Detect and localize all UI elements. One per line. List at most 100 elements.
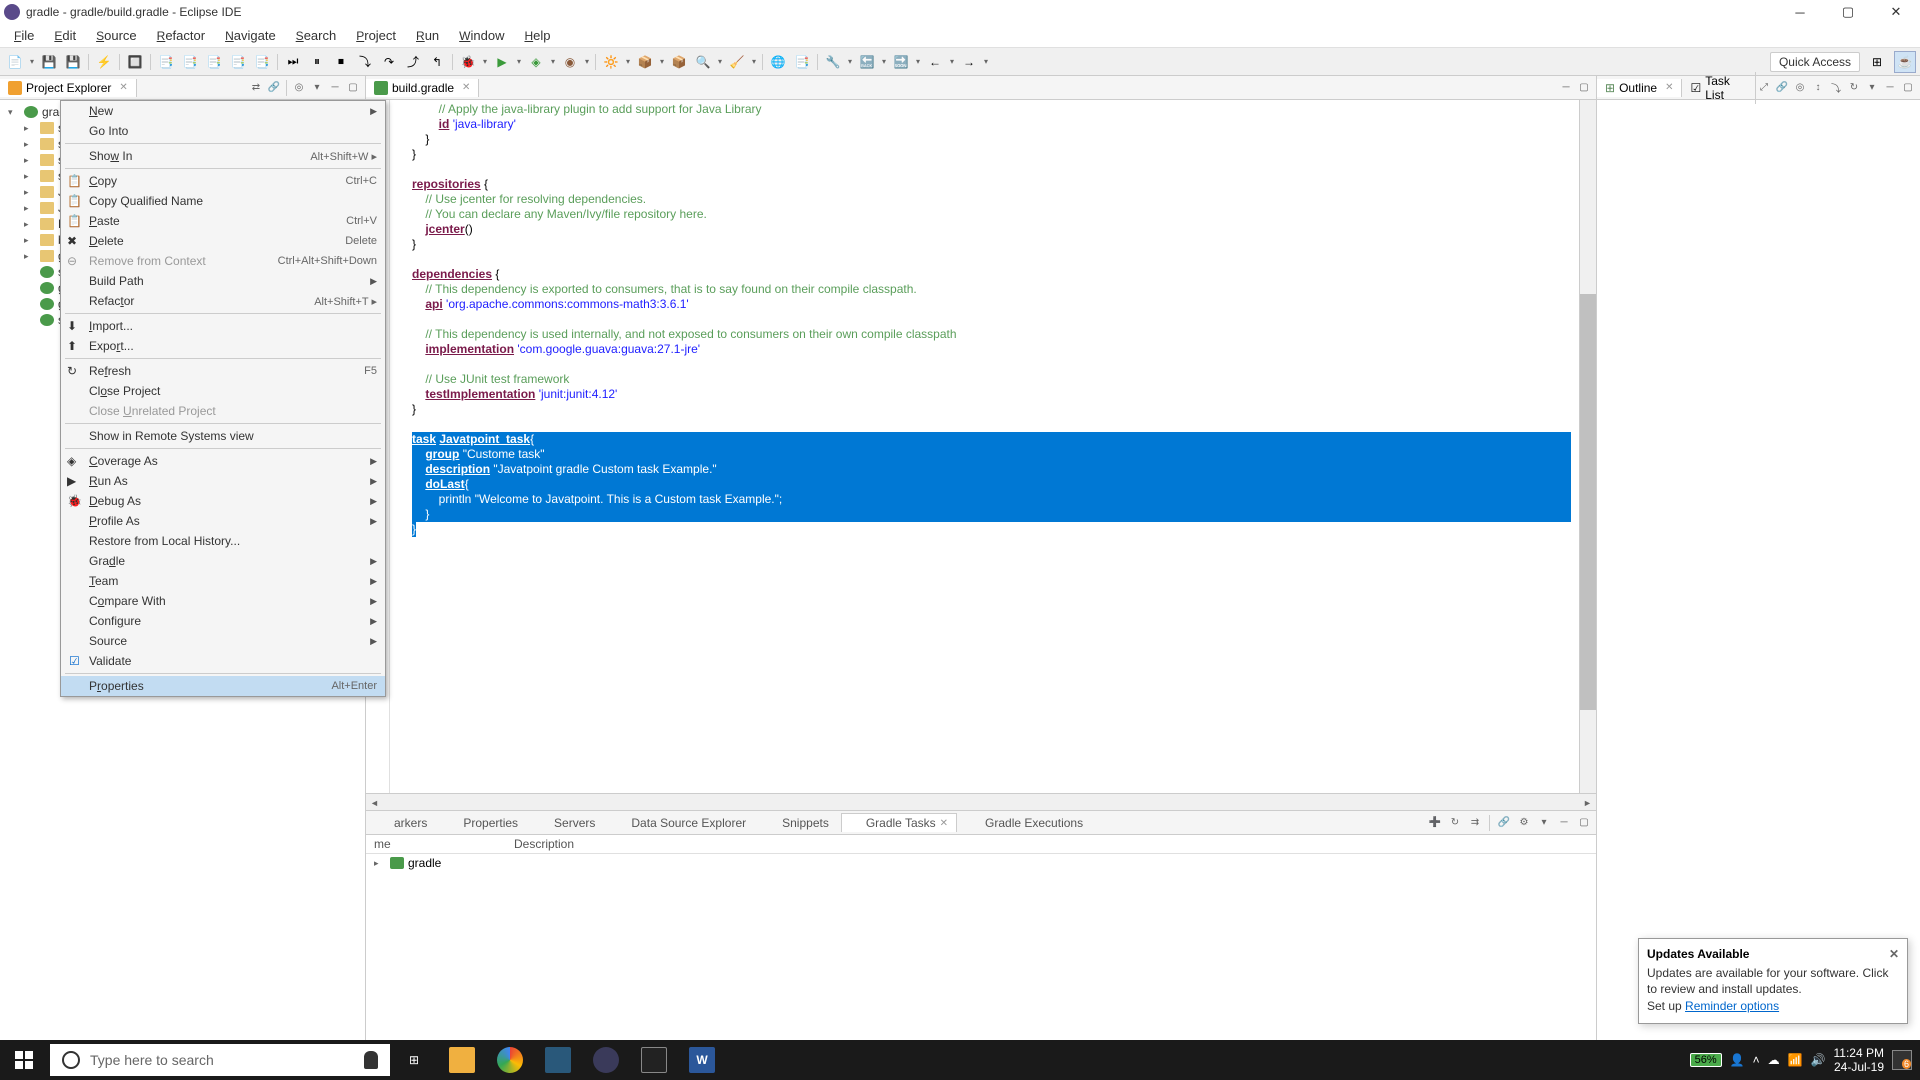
eclipse-button[interactable] — [582, 1040, 630, 1080]
bottom-tab-gradle-tasks[interactable]: Gradle Tasks ✕ — [841, 813, 957, 832]
ctx-refactor[interactable]: RefactorAlt+Shift+T ▸ — [61, 291, 385, 311]
ctx-import-[interactable]: ⬇Import... — [61, 316, 385, 336]
ctx-validate[interactable]: ☑Validate — [61, 651, 385, 671]
ctx-team[interactable]: Team▶ — [61, 571, 385, 591]
tool-icon[interactable]: ↻ — [1846, 80, 1862, 96]
toolbar-button[interactable]: 🧹 — [726, 51, 748, 73]
tool-icon[interactable]: ◎ — [1792, 80, 1808, 96]
link-icon[interactable]: 🔗 — [266, 80, 282, 96]
perspective-button[interactable]: ⊞ — [1866, 51, 1888, 73]
toolbar-button[interactable]: → — [958, 51, 980, 73]
ctx-refresh[interactable]: ↻RefreshF5 — [61, 361, 385, 381]
maximize-icon[interactable]: ▢ — [345, 80, 361, 96]
reminder-link[interactable]: Reminder options — [1685, 999, 1779, 1013]
toolbar-button[interactable]: 🔲 — [124, 51, 146, 73]
toolbar-button[interactable]: 📦 — [668, 51, 690, 73]
menu-icon[interactable]: ▾ — [1864, 80, 1880, 96]
bottom-tab-snippets[interactable]: Snippets — [758, 814, 837, 832]
toolbar-button[interactable]: 📦 — [634, 51, 656, 73]
menu-edit[interactable]: Edit — [44, 26, 86, 45]
dropdown-icon[interactable]: ▾ — [982, 51, 990, 73]
toolbar-button[interactable]: ◉ — [559, 51, 581, 73]
dropdown-icon[interactable]: ▾ — [880, 51, 888, 73]
minimize-icon[interactable]: ─ — [1558, 80, 1574, 96]
editor-tab[interactable]: build.gradle ✕ — [366, 79, 479, 97]
minimize-icon[interactable]: ─ — [1556, 815, 1572, 831]
toolbar-button[interactable]: ⚡ — [93, 51, 115, 73]
run-button[interactable]: ▶ — [491, 51, 513, 73]
horizontal-scrollbar[interactable]: ◄ ► — [366, 793, 1596, 810]
outline-tab[interactable]: ⊞ Outline ✕ — [1597, 79, 1682, 97]
toolbar-button[interactable]: 🔧 — [822, 51, 844, 73]
toolbar-button[interactable]: 📑 — [179, 51, 201, 73]
task-row[interactable]: ▸ gradle — [366, 854, 1596, 872]
dropdown-icon[interactable]: ▾ — [914, 51, 922, 73]
tool-icon[interactable]: ↕ — [1810, 80, 1826, 96]
ctx-configure[interactable]: Configure▶ — [61, 611, 385, 631]
maximize-button[interactable]: ▢ — [1836, 0, 1860, 24]
toolbar-button[interactable]: 🔆 — [600, 51, 622, 73]
mic-icon[interactable] — [364, 1051, 378, 1069]
tool-icon[interactable]: ⤢ — [1756, 80, 1772, 96]
dropdown-icon[interactable]: ▾ — [658, 51, 666, 73]
toolbar-button[interactable]: ↷ — [378, 51, 400, 73]
ctx-source[interactable]: Source▶ — [61, 631, 385, 651]
menu-project[interactable]: Project — [346, 26, 406, 45]
dropdown-icon[interactable]: ▾ — [948, 51, 956, 73]
gradle-tasks-view[interactable]: me Description ▸ gradle — [366, 835, 1596, 1040]
maximize-icon[interactable]: ▢ — [1576, 80, 1592, 96]
terminal-button[interactable] — [630, 1040, 678, 1080]
ctx-close-project[interactable]: Close Project — [61, 381, 385, 401]
ctx-run-as[interactable]: ▶Run As▶ — [61, 471, 385, 491]
bottom-tab-data-source-explorer[interactable]: Data Source Explorer — [607, 814, 754, 832]
search-box[interactable]: Type here to search — [50, 1044, 390, 1076]
notifications-button[interactable]: 6 — [1892, 1050, 1912, 1070]
dropdown-icon[interactable]: ▾ — [549, 51, 557, 73]
start-button[interactable] — [0, 1040, 48, 1080]
menu-source[interactable]: Source — [86, 26, 147, 45]
minimize-icon[interactable]: ─ — [327, 80, 343, 96]
battery-indicator[interactable]: 56% — [1690, 1053, 1722, 1067]
dropdown-icon[interactable]: ▾ — [750, 51, 758, 73]
stop-button[interactable]: ⏹ — [330, 51, 352, 73]
menu-icon[interactable]: ▾ — [1536, 815, 1552, 831]
wifi-icon[interactable]: 📶 — [1788, 1053, 1803, 1067]
quick-access-input[interactable]: Quick Access — [1770, 52, 1860, 72]
toolbar-button[interactable]: 🌐 — [767, 51, 789, 73]
ctx-export-[interactable]: ⬆Export... — [61, 336, 385, 356]
save-button[interactable]: 💾 — [38, 51, 60, 73]
toolbar-button[interactable]: 📑 — [227, 51, 249, 73]
clock[interactable]: 11:24 PM 24-Jul-19 — [1834, 1046, 1884, 1075]
minimize-icon[interactable]: ─ — [1882, 80, 1898, 96]
menu-help[interactable]: Help — [514, 26, 560, 45]
ctx-build-path[interactable]: Build Path▶ — [61, 271, 385, 291]
ctx-copy-qualified-name[interactable]: 📋Copy Qualified Name — [61, 191, 385, 211]
menu-search[interactable]: Search — [286, 26, 347, 45]
project-explorer-tab[interactable]: Project Explorer ✕ — [0, 79, 137, 97]
toolbar-button[interactable]: 🔍 — [692, 51, 714, 73]
focus-icon[interactable]: ◎ — [291, 80, 307, 96]
code-editor[interactable]: // Apply the java-library plugin to add … — [366, 100, 1596, 793]
dropdown-icon[interactable]: ▾ — [583, 51, 591, 73]
tool-icon[interactable]: ⇉ — [1467, 815, 1483, 831]
vertical-scrollbar[interactable] — [1579, 100, 1596, 793]
ctx-profile-as[interactable]: Profile As▶ — [61, 511, 385, 531]
tool-icon[interactable]: ➕ — [1427, 815, 1443, 831]
ctx-gradle[interactable]: Gradle▶ — [61, 551, 385, 571]
ctx-show-in[interactable]: Show InAlt+Shift+W ▸ — [61, 146, 385, 166]
bottom-tab-properties[interactable]: Properties — [439, 814, 526, 832]
dropdown-icon[interactable]: ▾ — [481, 51, 489, 73]
toolbar-button[interactable]: ← — [924, 51, 946, 73]
ctx-properties[interactable]: PropertiesAlt+Enter — [61, 676, 385, 696]
bottom-tab-gradle-executions[interactable]: Gradle Executions — [961, 814, 1091, 832]
toolbar-button[interactable]: ⤴ — [402, 51, 424, 73]
ctx-compare-with[interactable]: Compare With▶ — [61, 591, 385, 611]
maximize-icon[interactable]: ▢ — [1576, 815, 1592, 831]
editor-fold-column[interactable] — [390, 100, 404, 793]
ctx-delete[interactable]: ✖DeleteDelete — [61, 231, 385, 251]
bottom-tab-servers[interactable]: Servers — [530, 814, 603, 832]
toolbar-button[interactable]: 📑 — [155, 51, 177, 73]
scroll-right-icon[interactable]: ► — [1579, 794, 1596, 811]
file-explorer-button[interactable] — [438, 1040, 486, 1080]
coverage-button[interactable]: ◈ — [525, 51, 547, 73]
